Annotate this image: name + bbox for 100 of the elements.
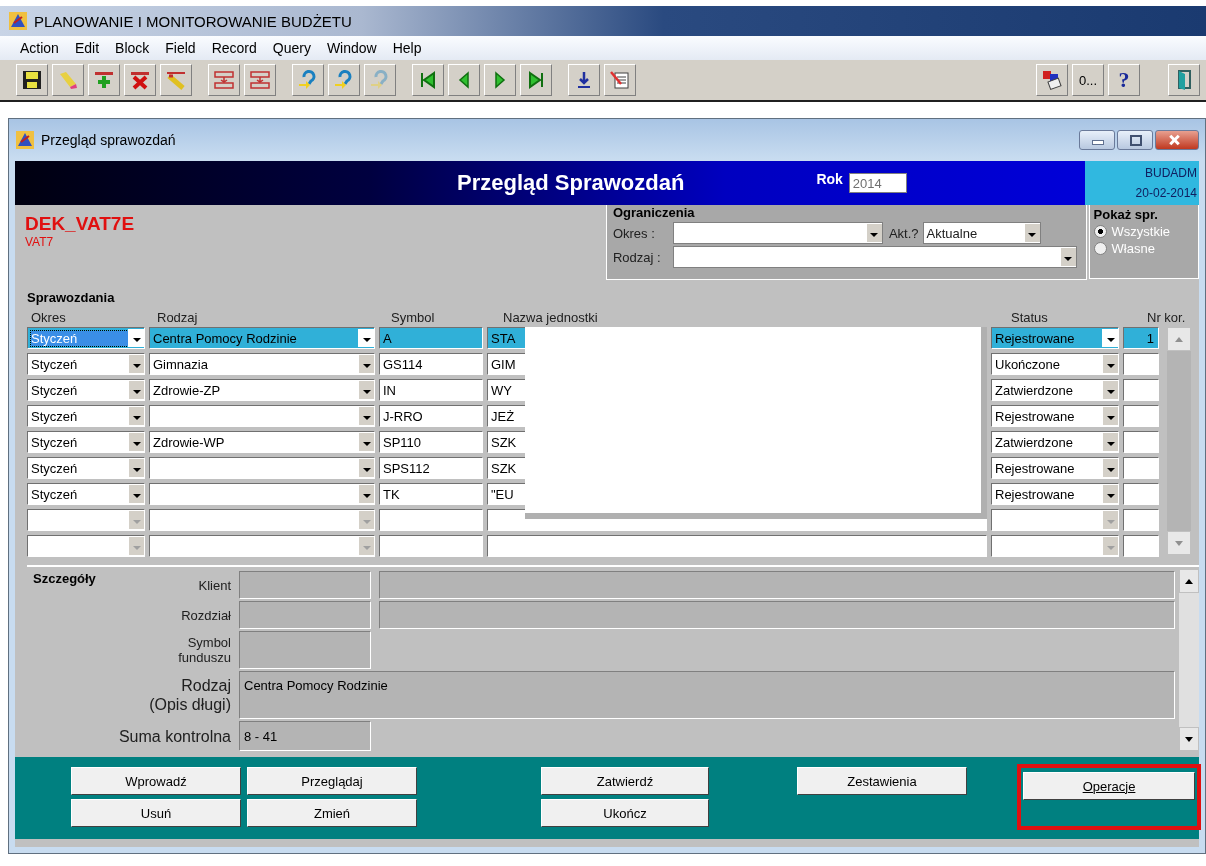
minimize-button[interactable]: [1079, 130, 1115, 150]
query-icon[interactable]: [364, 64, 396, 96]
status-cell[interactable]: Rejestrowane: [991, 457, 1119, 479]
action-button[interactable]: Operacje: [1023, 772, 1195, 800]
note-icon[interactable]: [604, 64, 636, 96]
type-cell[interactable]: [149, 405, 375, 427]
scrollbar[interactable]: [1179, 569, 1199, 751]
correction-cell: [1123, 535, 1159, 557]
status-cell[interactable]: Rejestrowane: [991, 405, 1119, 427]
action-button[interactable]: Zatwierdź: [541, 767, 709, 795]
menu-item[interactable]: Window: [318, 40, 385, 56]
type-cell[interactable]: Gimnazia: [149, 353, 375, 375]
menu-item[interactable]: Help: [384, 40, 430, 56]
type-cell[interactable]: [149, 483, 375, 505]
period-cell[interactable]: Styczeń: [27, 483, 145, 505]
query-icon[interactable]: [292, 64, 324, 96]
list-button[interactable]: 0...: [1072, 64, 1104, 96]
add-icon[interactable]: [88, 64, 120, 96]
status-cell[interactable]: Rejestrowane: [991, 327, 1119, 349]
action-button[interactable]: Usuń: [71, 799, 241, 827]
action-button[interactable]: Wprowadź: [71, 767, 241, 795]
pencil-icon[interactable]: [160, 64, 192, 96]
checksum-label: Suma kontrolna: [117, 726, 231, 746]
symbol-cell: SP110: [379, 431, 483, 453]
type-cell[interactable]: [149, 509, 375, 531]
menu-item[interactable]: Edit: [66, 40, 108, 56]
period-cell[interactable]: Styczeń: [27, 457, 145, 479]
first-icon[interactable]: [412, 64, 444, 96]
period-cell[interactable]: Styczeń: [27, 353, 145, 375]
delete-icon[interactable]: [124, 64, 156, 96]
eraser-icon[interactable]: [52, 64, 84, 96]
status-cell[interactable]: [991, 509, 1119, 531]
rows-icon[interactable]: [244, 64, 276, 96]
type-cell[interactable]: Zdrowie-WP: [149, 431, 375, 453]
report-code: DEK_VAT7E: [25, 213, 136, 235]
chapter-name-field[interactable]: [379, 601, 1175, 629]
year-field[interactable]: 2014: [848, 173, 907, 193]
pictures-icon[interactable]: [1036, 64, 1068, 96]
column-header: Nr kor.: [1146, 310, 1187, 325]
close-button[interactable]: [1155, 130, 1199, 150]
period-dropdown[interactable]: [672, 222, 883, 244]
next-icon[interactable]: [484, 64, 516, 96]
period-cell[interactable]: Styczeń: [27, 379, 145, 401]
period-cell[interactable]: Styczeń: [27, 431, 145, 453]
correction-cell: 1: [1123, 327, 1159, 349]
correction-cell: [1123, 431, 1159, 453]
type-cell[interactable]: [149, 457, 375, 479]
help-button[interactable]: ?: [1108, 64, 1140, 96]
symbol-cell: IN: [379, 379, 483, 401]
action-button[interactable]: Ukończ: [541, 799, 709, 827]
last-icon[interactable]: [520, 64, 552, 96]
status-cell[interactable]: Rejestrowane: [991, 483, 1119, 505]
previous-icon[interactable]: [448, 64, 480, 96]
fund-label: Symbol funduszu: [177, 635, 231, 665]
column-header: Nazwa jednostki: [502, 310, 599, 325]
exit-door-icon[interactable]: [1168, 64, 1200, 96]
window-title: Przegląd sprawozdań: [41, 132, 176, 148]
fund-field[interactable]: [239, 631, 371, 669]
scrollbar[interactable]: [1167, 327, 1191, 555]
action-button[interactable]: Zestawienia: [797, 767, 967, 795]
active-dropdown[interactable]: Aktualne: [922, 222, 1041, 244]
checksum-field[interactable]: 8 - 41: [239, 721, 371, 751]
symbol-cell: SPS112: [379, 457, 483, 479]
correction-cell: [1123, 457, 1159, 479]
period-cell[interactable]: Styczeń: [27, 405, 145, 427]
chapter-code-field[interactable]: [239, 601, 371, 629]
rows-icon[interactable]: [208, 64, 240, 96]
correction-cell: [1123, 353, 1159, 375]
query-icon[interactable]: [328, 64, 360, 96]
filters-title: Ograniczenia: [612, 205, 696, 220]
correction-cell: [1123, 405, 1159, 427]
download-icon[interactable]: [568, 64, 600, 96]
menu-item[interactable]: Block: [107, 40, 158, 56]
menu-item[interactable]: Action: [12, 40, 67, 56]
menu-item[interactable]: Query: [264, 40, 319, 56]
year-label: Rok: [816, 171, 843, 187]
status-cell[interactable]: [991, 535, 1119, 557]
status-cell[interactable]: Ukończone: [991, 353, 1119, 375]
period-cell[interactable]: [27, 509, 145, 531]
user-name: BUDADM: [1145, 166, 1197, 180]
action-button[interactable]: Przeglądaj: [247, 767, 417, 795]
type-description-field[interactable]: Centra Pomocy Rodzinie: [239, 671, 1175, 719]
app-title: PLANOWANIE I MONITOROWANIE BUDŻETU: [34, 12, 352, 30]
app-icon: [8, 11, 28, 31]
menu-item[interactable]: Field: [157, 40, 204, 56]
menu-item[interactable]: Record: [203, 40, 265, 56]
type-dropdown[interactable]: [672, 246, 1077, 268]
type-cell[interactable]: Centra Pomocy Rodzinie: [149, 327, 375, 349]
column-header: Okres: [30, 310, 67, 325]
period-cell[interactable]: [27, 535, 145, 557]
client-code-field[interactable]: [239, 571, 371, 599]
save-icon[interactable]: [16, 64, 48, 96]
type-cell[interactable]: Zdrowie-ZP: [149, 379, 375, 401]
status-cell[interactable]: Zatwierdzone: [991, 431, 1119, 453]
type-cell[interactable]: [149, 535, 375, 557]
symbol-cell: TK: [379, 483, 483, 505]
action-button[interactable]: Zmień: [247, 799, 417, 827]
client-name-field[interactable]: [379, 571, 1175, 599]
maximize-button[interactable]: [1117, 130, 1153, 150]
status-cell[interactable]: Zatwierdzone: [991, 379, 1119, 401]
